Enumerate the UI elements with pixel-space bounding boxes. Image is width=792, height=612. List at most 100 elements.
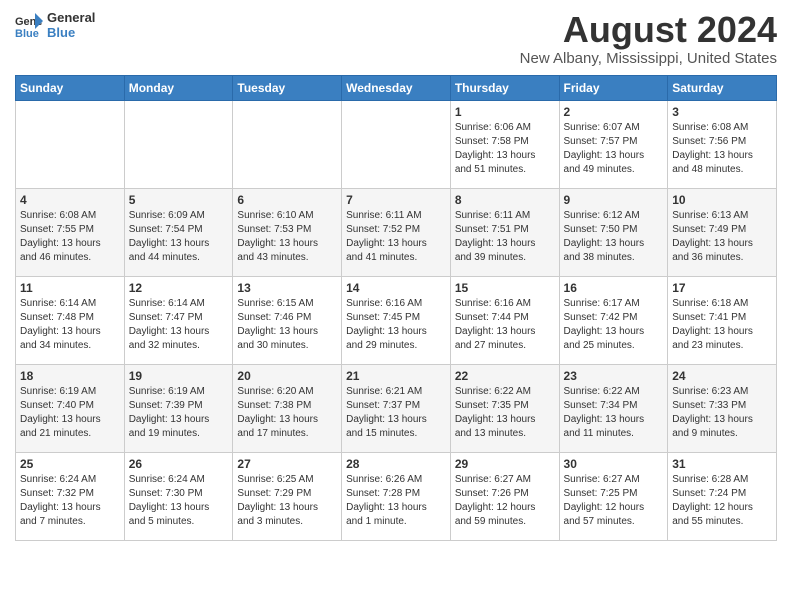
day-info: Sunrise: 6:09 AM Sunset: 7:54 PM Dayligh… [129,209,229,265]
calendar-cell: 25 Sunrise: 6:24 AM Sunset: 7:32 PM Dayli… [16,452,125,540]
day-info: Sunrise: 6:14 AM Sunset: 7:47 PM Dayligh… [129,297,229,353]
logo-line2: Blue [47,25,95,40]
day-info: Sunrise: 6:06 AM Sunset: 7:58 PM Dayligh… [455,121,555,177]
day-info: Sunrise: 6:08 AM Sunset: 7:56 PM Dayligh… [672,121,772,177]
calendar-cell: 14 Sunrise: 6:16 AM Sunset: 7:45 PM Dayli… [342,276,451,364]
day-info: Sunrise: 6:18 AM Sunset: 7:41 PM Dayligh… [672,297,772,353]
weekday-monday: Monday [124,75,233,100]
day-number: 24 [672,369,772,383]
calendar-cell: 23Sunrise: 6:22 AM Sunset: 7:34 PM Dayli… [559,364,668,452]
calendar-header: SundayMondayTuesdayWednesdayThursdayFrid… [16,75,777,100]
calendar-body: 1 Sunrise: 6:06 AM Sunset: 7:58 PM Daylig… [16,100,777,540]
day-number: 1 [455,105,555,119]
day-info: Sunrise: 6:21 AM Sunset: 7:37 PM Dayligh… [346,385,446,441]
calendar-cell [233,100,342,188]
calendar-cell: 28 Sunrise: 6:26 AM Sunset: 7:28 PM Dayli… [342,452,451,540]
calendar-cell: 6Sunrise: 6:10 AM Sunset: 7:53 PM Daylig… [233,188,342,276]
day-number: 7 [346,193,446,207]
day-number: 21 [346,369,446,383]
day-number: 19 [129,369,229,383]
day-number: 14 [346,281,446,295]
day-info: Sunrise: 6:27 AM Sunset: 7:26 PM Dayligh… [455,473,555,529]
calendar-cell: 10 Sunrise: 6:13 AM Sunset: 7:49 PM Dayli… [668,188,777,276]
title-section: August 2024 New Albany, Mississippi, Uni… [520,10,777,67]
day-info: Sunrise: 6:11 AM Sunset: 7:51 PM Dayligh… [455,209,555,265]
calendar-table: SundayMondayTuesdayWednesdayThursdayFrid… [15,75,777,541]
day-number: 11 [20,281,120,295]
calendar-cell: 2 Sunrise: 6:07 AM Sunset: 7:57 PM Daylig… [559,100,668,188]
calendar-cell: 15Sunrise: 6:16 AM Sunset: 7:44 PM Dayli… [450,276,559,364]
day-number: 17 [672,281,772,295]
calendar-cell: 27Sunrise: 6:25 AM Sunset: 7:29 PM Dayli… [233,452,342,540]
day-info: Sunrise: 6:13 AM Sunset: 7:49 PM Dayligh… [672,209,772,265]
day-info: Sunrise: 6:08 AM Sunset: 7:55 PM Dayligh… [20,209,120,265]
day-info: Sunrise: 6:07 AM Sunset: 7:57 PM Dayligh… [564,121,664,177]
calendar-cell: 18Sunrise: 6:19 AM Sunset: 7:40 PM Dayli… [16,364,125,452]
day-info: Sunrise: 6:22 AM Sunset: 7:35 PM Dayligh… [455,385,555,441]
day-number: 29 [455,457,555,471]
calendar-cell: 19Sunrise: 6:19 AM Sunset: 7:39 PM Dayli… [124,364,233,452]
page-header: General Blue General Blue August 2024 Ne… [15,10,777,67]
day-number: 13 [237,281,337,295]
day-info: Sunrise: 6:12 AM Sunset: 7:50 PM Dayligh… [564,209,664,265]
calendar-cell: 13 Sunrise: 6:15 AM Sunset: 7:46 PM Dayli… [233,276,342,364]
weekday-thursday: Thursday [450,75,559,100]
day-number: 16 [564,281,664,295]
day-info: Sunrise: 6:23 AM Sunset: 7:33 PM Dayligh… [672,385,772,441]
day-info: Sunrise: 6:17 AM Sunset: 7:42 PM Dayligh… [564,297,664,353]
day-number: 3 [672,105,772,119]
day-number: 8 [455,193,555,207]
day-number: 25 [20,457,120,471]
calendar-week-5: 25 Sunrise: 6:24 AM Sunset: 7:32 PM Dayli… [16,452,777,540]
calendar-cell: 30Sunrise: 6:27 AM Sunset: 7:25 PM Dayli… [559,452,668,540]
day-number: 12 [129,281,229,295]
weekday-wednesday: Wednesday [342,75,451,100]
calendar-cell: 8 Sunrise: 6:11 AM Sunset: 7:51 PM Daylig… [450,188,559,276]
day-number: 20 [237,369,337,383]
day-number: 27 [237,457,337,471]
calendar-week-4: 18Sunrise: 6:19 AM Sunset: 7:40 PM Dayli… [16,364,777,452]
day-number: 15 [455,281,555,295]
day-number: 5 [129,193,229,207]
calendar-cell: 17 Sunrise: 6:18 AM Sunset: 7:41 PM Dayli… [668,276,777,364]
calendar-cell: 31Sunrise: 6:28 AM Sunset: 7:24 PM Dayli… [668,452,777,540]
calendar-cell: 12 Sunrise: 6:14 AM Sunset: 7:47 PM Dayli… [124,276,233,364]
calendar-cell: 4 Sunrise: 6:08 AM Sunset: 7:55 PM Daylig… [16,188,125,276]
calendar-cell: 1 Sunrise: 6:06 AM Sunset: 7:58 PM Daylig… [450,100,559,188]
location-text: New Albany, Mississippi, United States [520,50,777,67]
day-number: 22 [455,369,555,383]
day-info: Sunrise: 6:27 AM Sunset: 7:25 PM Dayligh… [564,473,664,529]
day-number: 9 [564,193,664,207]
calendar-cell: 20Sunrise: 6:20 AM Sunset: 7:38 PM Dayli… [233,364,342,452]
weekday-friday: Friday [559,75,668,100]
calendar-cell: 29 Sunrise: 6:27 AM Sunset: 7:26 PM Dayli… [450,452,559,540]
calendar-cell [124,100,233,188]
calendar-cell: 5 Sunrise: 6:09 AM Sunset: 7:54 PM Daylig… [124,188,233,276]
calendar-cell [16,100,125,188]
calendar-cell [342,100,451,188]
month-year-title: August 2024 [520,10,777,50]
calendar-cell: 26Sunrise: 6:24 AM Sunset: 7:30 PM Dayli… [124,452,233,540]
logo-line1: General [47,10,95,25]
day-number: 28 [346,457,446,471]
day-info: Sunrise: 6:24 AM Sunset: 7:32 PM Dayligh… [20,473,120,529]
calendar-week-1: 1 Sunrise: 6:06 AM Sunset: 7:58 PM Daylig… [16,100,777,188]
weekday-header-row: SundayMondayTuesdayWednesdayThursdayFrid… [16,75,777,100]
logo: General Blue General Blue [15,10,95,40]
day-info: Sunrise: 6:14 AM Sunset: 7:48 PM Dayligh… [20,297,120,353]
calendar-week-2: 4 Sunrise: 6:08 AM Sunset: 7:55 PM Daylig… [16,188,777,276]
svg-text:Blue: Blue [15,28,39,39]
day-info: Sunrise: 6:16 AM Sunset: 7:45 PM Dayligh… [346,297,446,353]
day-info: Sunrise: 6:19 AM Sunset: 7:40 PM Dayligh… [20,385,120,441]
weekday-sunday: Sunday [16,75,125,100]
calendar-cell: 11 Sunrise: 6:14 AM Sunset: 7:48 PM Dayli… [16,276,125,364]
day-info: Sunrise: 6:24 AM Sunset: 7:30 PM Dayligh… [129,473,229,529]
day-number: 4 [20,193,120,207]
calendar-cell: 9 Sunrise: 6:12 AM Sunset: 7:50 PM Daylig… [559,188,668,276]
day-number: 2 [564,105,664,119]
day-number: 10 [672,193,772,207]
calendar-week-3: 11 Sunrise: 6:14 AM Sunset: 7:48 PM Dayli… [16,276,777,364]
day-info: Sunrise: 6:26 AM Sunset: 7:28 PM Dayligh… [346,473,446,529]
calendar-cell: 21 Sunrise: 6:21 AM Sunset: 7:37 PM Dayli… [342,364,451,452]
day-info: Sunrise: 6:15 AM Sunset: 7:46 PM Dayligh… [237,297,337,353]
